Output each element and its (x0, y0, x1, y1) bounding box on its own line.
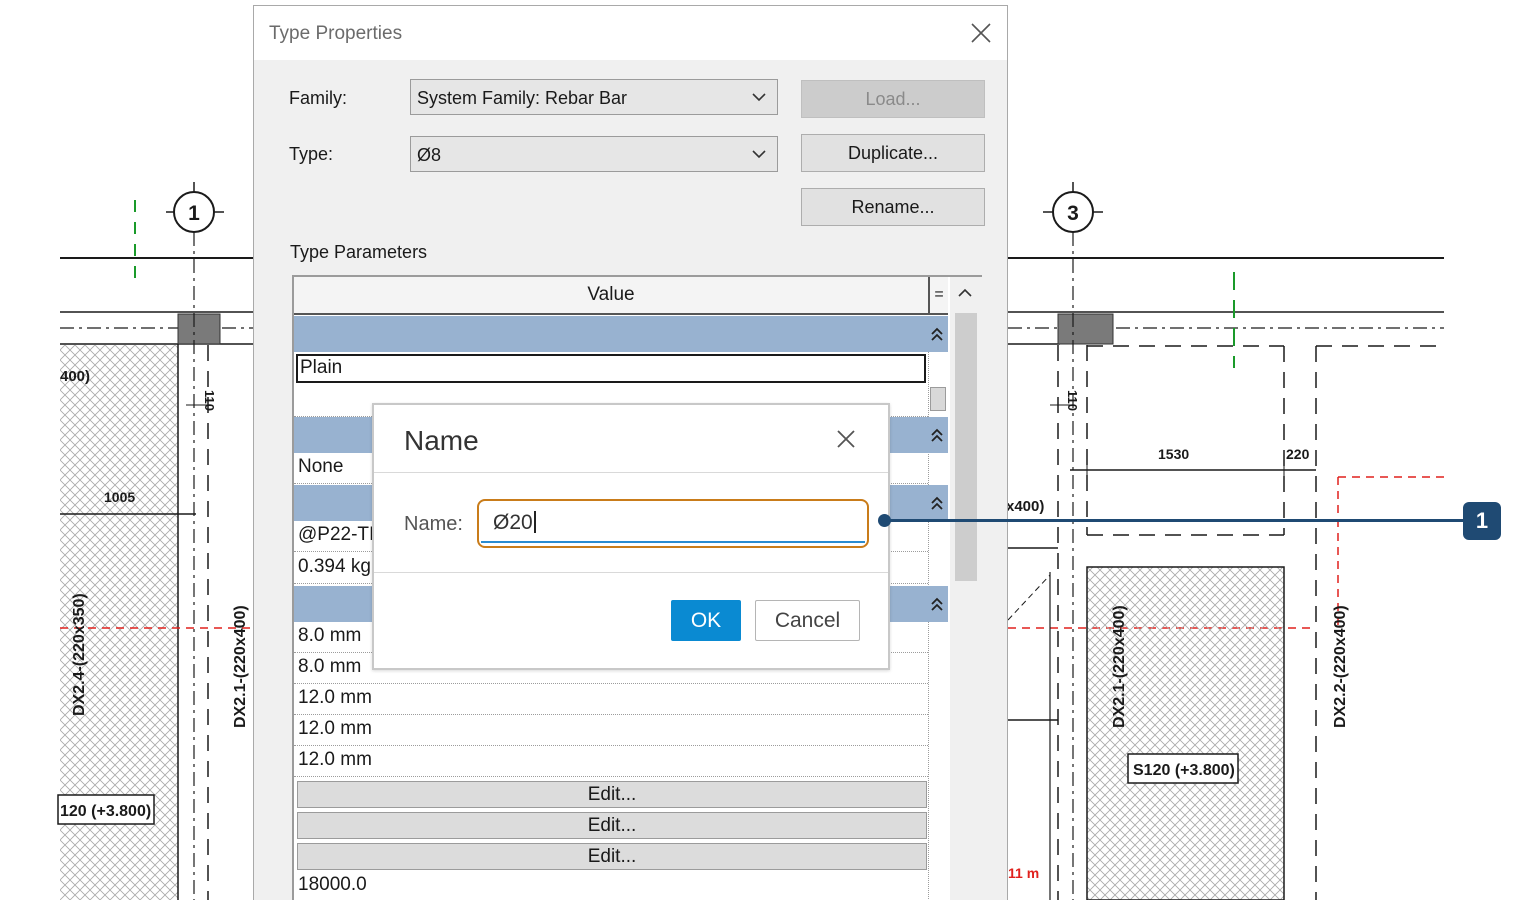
group-header[interactable] (294, 316, 948, 352)
dialog-title: Type Properties (269, 23, 403, 44)
name-field-label: Name: (404, 513, 463, 535)
type-label: Type: (289, 144, 334, 164)
parameter-value-cell[interactable]: 12.0 mm (294, 684, 928, 715)
chevron-up-icon[interactable] (957, 285, 973, 301)
divider (374, 472, 888, 473)
partial-size-label: 400) (60, 368, 90, 385)
collapse-icon[interactable] (930, 325, 944, 343)
grid-bubble-label: 3 (1067, 202, 1079, 225)
ok-button[interactable]: OK (671, 600, 741, 641)
type-parameters-label: Type Parameters (290, 242, 428, 262)
close-icon[interactable] (968, 20, 994, 46)
grid-bubble-1: 1 (166, 182, 224, 233)
dimension-label: 1530 (1158, 446, 1189, 462)
name-input[interactable]: Ø20 (481, 503, 865, 543)
close-icon[interactable] (834, 427, 858, 451)
callout-number-badge: 1 (1463, 502, 1501, 540)
cancel-button[interactable]: Cancel (755, 600, 860, 641)
dimension-label: 110 (1065, 390, 1080, 411)
equals-column-header[interactable]: = (928, 277, 948, 315)
scrollbar-thumb[interactable] (955, 313, 977, 581)
rename-button[interactable]: Rename... (801, 188, 985, 226)
slab-tag: 120 (+3.800) (60, 803, 151, 820)
load-button[interactable]: Load... (801, 80, 985, 118)
partial-size-label: x400) (1006, 498, 1044, 515)
dimension-label: 1005 (104, 489, 135, 505)
duplicate-button[interactable]: Duplicate... (801, 134, 985, 172)
chevron-down-icon (752, 150, 766, 159)
chevron-down-icon (752, 93, 766, 102)
parameter-value-cell[interactable]: 18000.0 (294, 871, 928, 900)
callout-leader-line (890, 519, 1466, 522)
name-dialog: Name Name: Ø20 OK Cancel (372, 403, 890, 670)
grid-bubble-label: 1 (188, 202, 200, 225)
column-label: DX2.1-(220x400) (232, 605, 249, 728)
family-dropdown[interactable]: System Family: Rebar Bar (410, 79, 778, 115)
name-dialog-title: Name (404, 425, 479, 456)
partial-length-label: 11 m (1008, 865, 1039, 881)
collapse-icon[interactable] (930, 595, 944, 613)
edit-button[interactable]: Edit... (297, 812, 927, 839)
parameter-value-cell[interactable]: 12.0 mm (294, 715, 928, 746)
row-scroll-indicator (930, 387, 946, 411)
dimension-label: 110 (202, 390, 217, 411)
grid-bubble-3: 3 (1043, 182, 1103, 233)
dimension-label: 220 (1286, 446, 1310, 462)
parameter-value-cell[interactable]: Plain (296, 354, 926, 383)
divider (374, 572, 888, 573)
collapse-icon[interactable] (930, 494, 944, 512)
column-label: DX2.1-(220x400) (1111, 605, 1128, 728)
family-value: System Family: Rebar Bar (417, 88, 628, 108)
edit-button[interactable]: Edit... (297, 843, 927, 870)
value-column-header[interactable]: Value (294, 277, 928, 315)
name-input-value: Ø20 (493, 511, 533, 534)
collapse-icon[interactable] (930, 426, 944, 444)
parameter-value-cell[interactable]: 12.0 mm (294, 746, 928, 777)
type-value: Ø8 (417, 145, 442, 165)
right-structural-area (1007, 232, 1444, 900)
slab-tag: S120 (+3.800) (1133, 762, 1235, 779)
dialog-titlebar: Type Properties (254, 6, 1007, 60)
edit-button[interactable]: Edit... (297, 781, 927, 808)
family-label: Family: (289, 88, 347, 108)
callout-anchor-dot (878, 514, 891, 527)
column-label: DX2.4-(220x350) (71, 593, 88, 716)
column-label: DX2.2-(220x400) (1332, 605, 1349, 728)
type-dropdown[interactable]: Ø8 (410, 136, 778, 172)
text-caret (533, 511, 536, 533)
vertical-scrollbar[interactable] (950, 277, 982, 900)
